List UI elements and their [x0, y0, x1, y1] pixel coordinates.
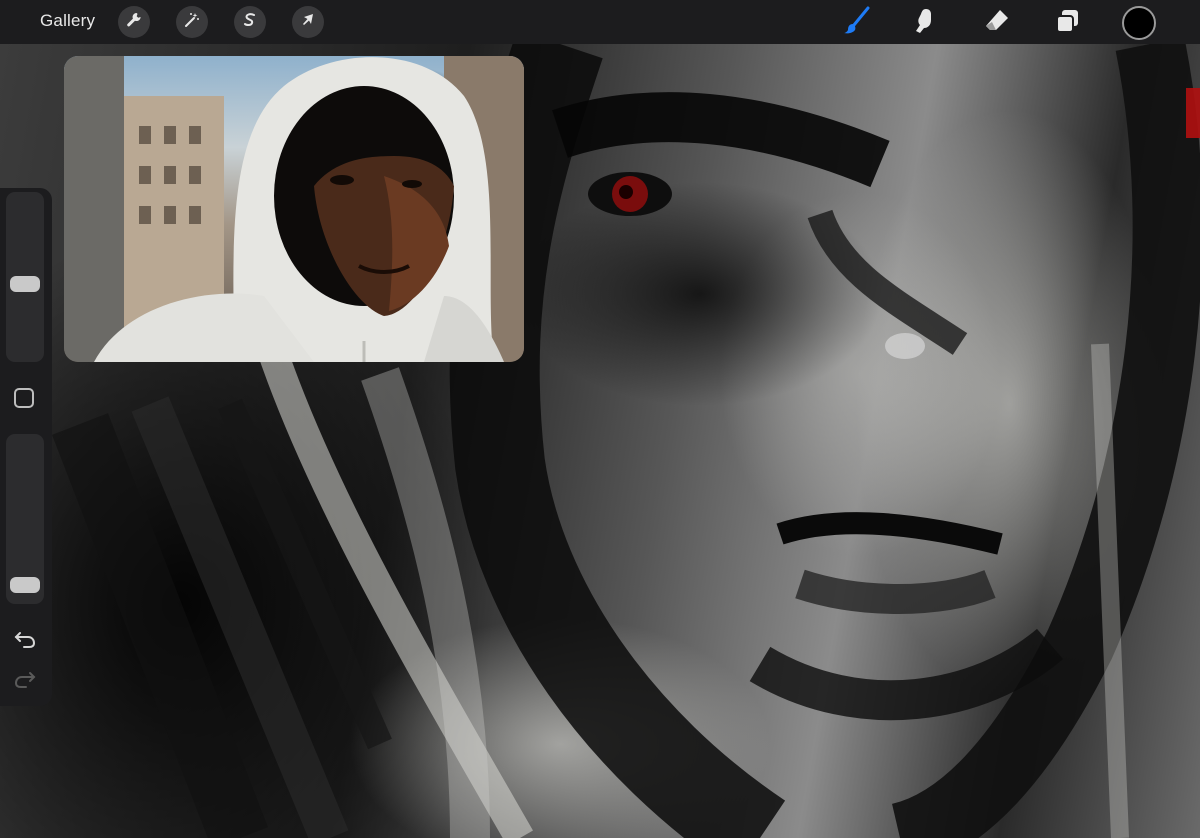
brush-sidebar	[0, 188, 52, 706]
opacity-thumb[interactable]	[10, 576, 40, 593]
smudge-tool-button[interactable]	[908, 6, 942, 40]
adjustments-button[interactable]	[176, 6, 208, 38]
brush-size-slider[interactable]	[6, 192, 44, 362]
eraser-tool-button[interactable]	[980, 6, 1014, 40]
selection-button[interactable]	[234, 6, 266, 38]
reference-photo[interactable]	[64, 56, 524, 362]
brush-tool-button[interactable]	[840, 6, 874, 40]
brush-size-thumb[interactable]	[10, 276, 40, 293]
modify-button[interactable]	[14, 388, 34, 408]
top-toolbar: Gallery	[0, 0, 1200, 44]
transform-button[interactable]	[292, 6, 324, 38]
redo-button[interactable]	[12, 668, 38, 694]
brush-icon	[841, 5, 873, 42]
smudge-finger-icon	[910, 6, 940, 41]
magic-wand-icon	[183, 11, 201, 34]
arrow-cursor-icon	[299, 11, 317, 34]
reference-photo-image	[64, 56, 524, 362]
redo-arrow-icon	[14, 669, 36, 694]
eraser-icon	[982, 6, 1012, 41]
undo-button[interactable]	[12, 628, 38, 654]
color-picker-button[interactable]	[1122, 6, 1156, 40]
undo-arrow-icon	[14, 629, 36, 654]
opacity-slider[interactable]	[6, 434, 44, 604]
gallery-button[interactable]: Gallery	[40, 11, 95, 31]
layers-icon	[1053, 7, 1081, 40]
selection-s-icon	[241, 11, 259, 34]
layers-button[interactable]	[1050, 6, 1084, 40]
wrench-icon	[125, 11, 143, 34]
actions-button[interactable]	[118, 6, 150, 38]
